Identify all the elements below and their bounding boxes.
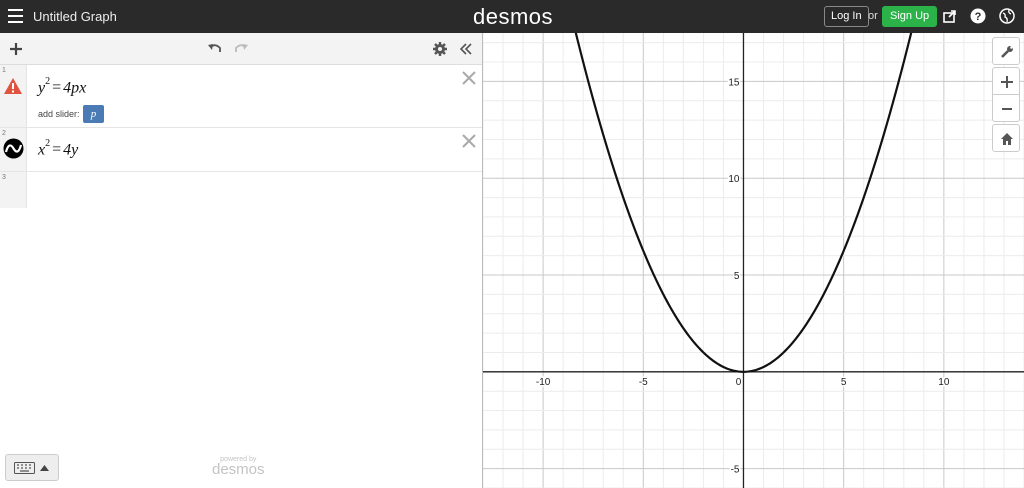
expression-panel: 1 y2 = 4px add slider: p 2 x2 = 4y 3 pow… (0, 33, 483, 488)
row-number: 1 (2, 67, 6, 74)
zoom-in-button[interactable] (992, 67, 1020, 95)
add-slider-button[interactable]: p (83, 105, 104, 123)
expression-row[interactable]: 2 x2 = 4y (0, 128, 482, 172)
hamburger-icon[interactable] (8, 9, 23, 23)
desmos-logo: desmos (473, 4, 554, 29)
top-bar: Untitled Graph desmos Log In or Sign Up … (0, 0, 1024, 33)
settings-icon[interactable] (432, 41, 448, 57)
curve-icon[interactable] (3, 138, 24, 159)
share-icon[interactable] (942, 8, 958, 24)
graph-title[interactable]: Untitled Graph (33, 9, 117, 24)
signup-button[interactable]: Sign Up (882, 6, 938, 27)
expression-math[interactable]: y2 = 4px (38, 76, 86, 97)
x-tick-label: 0 (736, 377, 742, 388)
y-tick-label: -5 (731, 465, 740, 476)
svg-text:?: ? (975, 11, 982, 23)
keyboard-toggle-button[interactable] (5, 454, 59, 481)
add-slider-label: add slider: (38, 109, 80, 119)
x-tick-label: 10 (938, 377, 950, 388)
row-number: 3 (2, 174, 6, 181)
x-tick-label: -5 (639, 377, 648, 388)
globe-icon[interactable] (999, 8, 1015, 24)
x-tick-label: 5 (841, 377, 847, 388)
graph-settings-button[interactable] (992, 37, 1020, 65)
help-icon[interactable]: ? (970, 8, 986, 24)
wrench-icon (1001, 46, 1013, 58)
y-tick-label: 5 (734, 271, 740, 282)
add-icon[interactable] (8, 41, 24, 57)
login-button[interactable]: Log In (824, 6, 869, 27)
expression-row-empty[interactable]: 3 (0, 172, 482, 208)
undo-icon[interactable] (207, 41, 223, 57)
or-text: or (868, 10, 878, 22)
redo-icon[interactable] (233, 41, 249, 57)
collapse-icon[interactable] (458, 41, 474, 57)
row-gutter: 1 (0, 65, 27, 127)
zoom-out-icon (1002, 108, 1012, 110)
y-tick-label: 15 (728, 77, 740, 88)
graph-svg[interactable]: -10 -5 0 5 10 15 10 5 -5 (483, 33, 1024, 488)
graph-canvas[interactable]: -10 -5 0 5 10 15 10 5 -5 (483, 33, 1024, 488)
zoom-in-icon (1001, 76, 1013, 88)
keyboard-icon (14, 462, 35, 474)
delete-expression-icon[interactable] (462, 134, 476, 148)
zoom-out-button[interactable] (992, 94, 1020, 122)
caret-up-icon (40, 465, 49, 471)
default-viewport-button[interactable] (992, 124, 1020, 152)
warning-icon[interactable] (3, 77, 23, 95)
row-gutter: 3 (0, 172, 27, 208)
expression-row[interactable]: 1 y2 = 4px add slider: p (0, 65, 482, 128)
delete-expression-icon[interactable] (462, 71, 476, 85)
powered-by-desmos: powered by desmos (212, 456, 265, 478)
row-number: 2 (2, 130, 6, 137)
row-gutter: 2 (0, 128, 27, 171)
x-tick-label: -10 (536, 377, 551, 388)
expression-math[interactable]: x2 = 4y (38, 138, 78, 159)
home-icon (1001, 133, 1013, 145)
y-tick-label: 10 (728, 174, 740, 185)
expression-toolbar (0, 33, 482, 65)
